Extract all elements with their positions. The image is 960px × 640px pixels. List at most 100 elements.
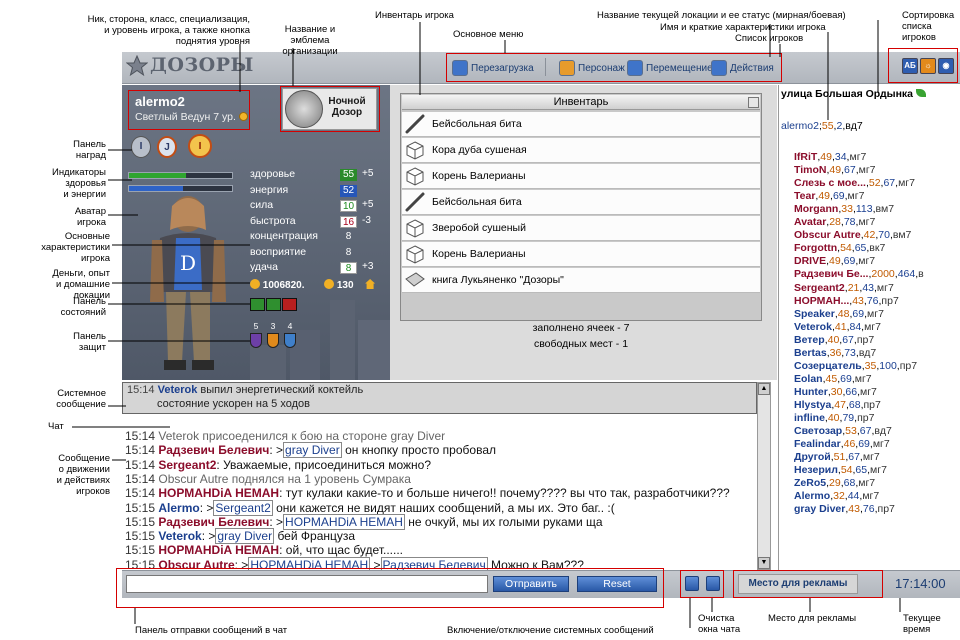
player-list-name: Незерил (794, 464, 838, 477)
player-list-class: мг7 (864, 320, 881, 333)
player-list-item[interactable]: Другой,51,67,мг7 (794, 451, 880, 463)
player-list-item[interactable]: Hlystya,47,68,пр7 (794, 399, 881, 411)
chat-scrollbar[interactable] (757, 382, 771, 570)
player-list-name: Слезь с мое... (794, 177, 866, 190)
stat-value: 16 (340, 215, 357, 228)
player-list-item[interactable]: Слезь с мое...,52,67,мг7 (794, 177, 915, 189)
player-list-item[interactable]: DRIVE,49,69,мг7 (794, 255, 875, 267)
inventory-item[interactable]: Бейсбольная бита (402, 190, 760, 215)
inventory-item[interactable]: Зверобой сушеный (402, 216, 760, 241)
player-list-class: вм7 (875, 203, 895, 216)
player-list-item[interactable]: Forgottn,54,65,вк7 (794, 242, 885, 254)
player-list-item[interactable]: Созерцатель,35,100,пр7 (794, 360, 917, 372)
state-2-icon[interactable] (266, 298, 281, 311)
player-list-item[interactable]: Obscur Autre,42,70,вм7 (794, 229, 911, 241)
inventory-item[interactable]: Корень Валерианы (402, 164, 760, 189)
player-list-item[interactable]: IfRiT,49,34,мг7 (794, 151, 866, 163)
player-list-name: Другой (794, 451, 831, 464)
scroll-up-button[interactable]: ▲ (758, 383, 770, 395)
chat-message: 15:14 Радзевич Белевич: > gray Diver он к… (125, 442, 496, 459)
protection-2-level: 3 (270, 321, 276, 331)
chat-author[interactable]: НОРМАНDiA НЕМАН (158, 486, 279, 500)
protection-3-icon[interactable] (284, 333, 296, 348)
inventory-item-name: Корень Валерианы (432, 248, 526, 260)
player-list-item[interactable]: infline,40,79,пр7 (794, 412, 874, 424)
player-list-item[interactable]: Eolan,45,69,мг7 (794, 373, 872, 385)
player-list-id: 67 (848, 451, 860, 464)
award-2-icon[interactable]: J (157, 136, 177, 158)
player-list-level: 49 (829, 255, 841, 268)
player-list-class: пр7 (863, 398, 881, 411)
my-player-entry[interactable]: alermo2;55,2,вд7 (781, 120, 863, 132)
chat-author[interactable]: Радзевич Белевич (158, 443, 269, 457)
home-location-icon[interactable] (365, 279, 376, 289)
player-list-class: мг7 (876, 281, 894, 294)
player-list-name: ZeRo5 (794, 477, 827, 490)
state-3-icon[interactable] (282, 298, 297, 311)
player-list-id: 67 (859, 425, 872, 438)
player-list-item[interactable]: Speaker,48,69,мг7 (794, 308, 884, 320)
player-list-item[interactable]: Незерил,54,65,мг7 (794, 464, 887, 476)
chat-time: 15:14 (125, 443, 156, 458)
player-list-item[interactable]: ZeRo5,29,68,мг7 (794, 477, 875, 489)
player-list-item[interactable]: Bertas,36,73,вд7 (794, 347, 876, 359)
player-list-level: 30 (830, 385, 843, 398)
player-list-item[interactable]: Morgann,33,113,вм7 (794, 203, 894, 215)
chat-time: 15:14 (125, 471, 156, 486)
chat-author[interactable]: НОРМАНDiA НЕМАН (158, 543, 279, 557)
player-list-item[interactable]: gray Diver,43,76,пр7 (794, 503, 895, 515)
chat-time: 15:14 (125, 429, 156, 443)
annotation-main-menu: Основное меню (453, 29, 524, 40)
player-list-level: 21 (847, 281, 860, 294)
inventory-item-name: Бейсбольная бита (432, 196, 522, 208)
scroll-down-button[interactable]: ▼ (758, 557, 770, 569)
inventory-item-name: Зверобой сушеный (432, 222, 526, 234)
player-list-item[interactable]: Alermo,32,44,мг7 (794, 490, 879, 502)
chat-author[interactable]: Sergeant2 (158, 458, 216, 472)
player-list-item[interactable]: Avatar,28,78,мг7 (794, 216, 875, 228)
player-list-name: TimoN (794, 164, 827, 177)
inventory-item[interactable]: книга Лукьяненко "Дозоры" (402, 268, 760, 293)
award-1-icon[interactable]: I (131, 136, 151, 158)
book-icon (404, 269, 426, 291)
player-list-item[interactable]: Светозар,53,67,вд7 (794, 425, 892, 437)
protection-2-icon[interactable] (267, 333, 279, 348)
chat-author[interactable]: Радзевич Белевич (158, 515, 269, 529)
annotation-inventory: Инвентарь игрока (375, 10, 454, 21)
chat-recipient[interactable]: gray Diver (283, 442, 342, 459)
player-list-id: 69 (832, 190, 845, 203)
annotation-clear-chat: Очистка окна чата (698, 613, 741, 635)
player-list-item[interactable]: НОРМАН...,43,76,пр7 (794, 295, 899, 307)
player-list-id: 78 (843, 216, 856, 229)
chat-author[interactable]: Veterok (158, 529, 201, 543)
player-list-level: 36 (829, 346, 842, 359)
system-message-player[interactable]: Veterok (158, 384, 198, 396)
inventory-item[interactable]: Корень Валерианы (402, 242, 760, 267)
player-list-item[interactable]: Ветер,40,67,пр7 (794, 334, 874, 346)
protection-1-icon[interactable] (250, 333, 262, 348)
player-list-item[interactable]: Hunter,30,66,мг7 (794, 386, 877, 398)
player-list-item[interactable]: Tear,49,69,мг7 (794, 190, 864, 202)
chat-recipient[interactable]: НОРМАНDiA НЕМАН (283, 513, 405, 530)
chat-recipient[interactable]: gray Diver (215, 528, 275, 545)
player-avatar[interactable]: D (138, 192, 238, 372)
player-list-level: 40 (827, 412, 840, 424)
player-list-item[interactable]: Fealindar,46,69,мг7 (794, 438, 890, 450)
chat-recipient[interactable]: Sergeant2 (213, 499, 273, 516)
player-list-item[interactable]: TimoN,49,67,мг7 (794, 164, 876, 176)
player-list-item[interactable]: Sergeant2,21,43,мг7 (794, 282, 894, 294)
inventory-close-button[interactable] (748, 97, 759, 108)
player-list-name: Созерцатель (794, 359, 862, 372)
money-exp-row: 1006820. 130 (250, 279, 376, 291)
player-list-id: 67 (842, 333, 854, 346)
inventory-item[interactable]: Кора дуба сушеная (402, 138, 760, 163)
player-list-item[interactable]: Veterok,41,84,мг7 (794, 321, 881, 333)
award-3-icon[interactable]: I (188, 134, 212, 158)
player-list-item[interactable]: Радзевич Бе...,2000,464,в (794, 268, 924, 280)
player-list-class: пр7 (877, 503, 895, 516)
state-1-icon[interactable] (250, 298, 265, 311)
player-list-name: Радзевич Бе... (794, 268, 869, 281)
exp-value: 130 (336, 280, 354, 291)
inventory-item[interactable]: Бейсбольная бита (402, 112, 760, 137)
chat-author[interactable]: Alermo (158, 501, 199, 515)
